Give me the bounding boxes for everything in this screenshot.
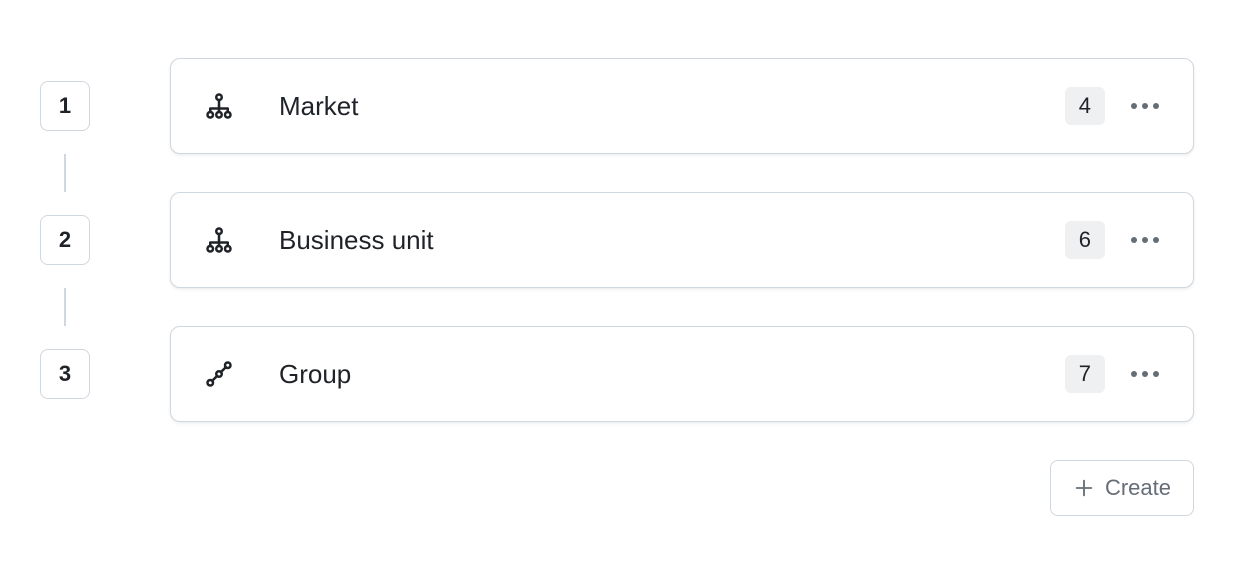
connector-line: [64, 288, 66, 326]
level-number-column: 3: [20, 349, 110, 399]
more-options-button[interactable]: [1125, 220, 1165, 260]
level-label: Market: [279, 91, 1065, 122]
create-row: Create: [20, 460, 1234, 516]
level-number: 3: [59, 361, 71, 387]
connector-line: [64, 154, 66, 192]
level-label: Group: [279, 359, 1065, 390]
level-row: 3 Group 7: [20, 326, 1234, 422]
level-label: Business unit: [279, 225, 1065, 256]
connector-wrapper: [20, 288, 110, 326]
hierarchy-levels-container: 1 Market 4: [20, 58, 1234, 516]
level-card-business-unit[interactable]: Business unit 6: [170, 192, 1194, 288]
level-number: 1: [59, 93, 71, 119]
level-count-badge: 6: [1065, 221, 1105, 259]
level-number-box: 3: [40, 349, 90, 399]
level-count-badge: 7: [1065, 355, 1105, 393]
level-number-box: 2: [40, 215, 90, 265]
connector-wrapper: [20, 154, 110, 192]
connector-row: [20, 288, 1234, 326]
connector-row: [20, 154, 1234, 192]
more-options-button[interactable]: [1125, 354, 1165, 394]
hierarchy-icon: [199, 86, 239, 126]
hierarchy-icon: [199, 220, 239, 260]
level-number: 2: [59, 227, 71, 253]
level-number-column: 1: [20, 81, 110, 131]
level-count-badge: 4: [1065, 87, 1105, 125]
connected-nodes-icon: [199, 354, 239, 394]
level-row: 1 Market 4: [20, 58, 1234, 154]
create-button[interactable]: Create: [1050, 460, 1194, 516]
level-card-group[interactable]: Group 7: [170, 326, 1194, 422]
more-icon: [1131, 103, 1159, 109]
create-button-label: Create: [1105, 475, 1171, 501]
more-icon: [1131, 237, 1159, 243]
level-card-market[interactable]: Market 4: [170, 58, 1194, 154]
level-number-box: 1: [40, 81, 90, 131]
level-number-column: 2: [20, 215, 110, 265]
plus-icon: [1073, 477, 1095, 499]
level-row: 2 Business unit 6: [20, 192, 1234, 288]
more-icon: [1131, 371, 1159, 377]
more-options-button[interactable]: [1125, 86, 1165, 126]
